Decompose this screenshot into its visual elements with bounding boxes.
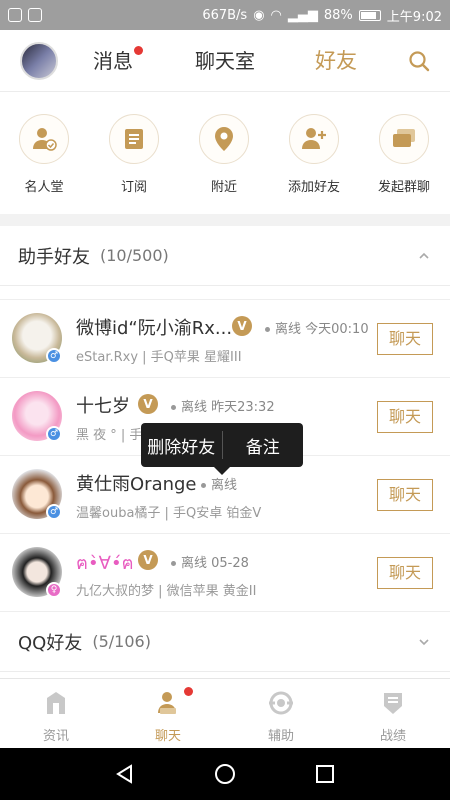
recents-icon[interactable] — [315, 764, 335, 784]
friend-name: ฅ•̀∀•́ฅ — [76, 553, 134, 574]
avatar[interactable] — [20, 42, 58, 80]
bottom-tab-record[interactable]: 战绩 — [337, 679, 449, 749]
male-icon: ♂ — [46, 504, 62, 520]
online-status: 离线 昨天23:32 — [171, 396, 275, 415]
friend-context-menu: 删除好友 备注 — [141, 423, 304, 475]
bottom-tab-news[interactable]: 资讯 — [0, 679, 112, 749]
online-status: 离线 — [201, 474, 237, 493]
battery-percent: 88% — [323, 7, 353, 23]
verified-badge: V — [138, 550, 158, 570]
clock: 上午9:02 — [386, 9, 442, 25]
tab-messages[interactable]: 消息 — [93, 30, 133, 92]
friend-row[interactable]: ♂ 微博id“阮小渝Rx... V 离线 今天00:10 eStar.Rxy |… — [0, 300, 450, 378]
friend-subtitle: eStar.Rxy | 手Q苹果 星耀III — [76, 350, 242, 365]
chat-button[interactable]: 聊天 — [377, 557, 433, 589]
unread-dot — [134, 46, 143, 55]
bottom-nav: 资讯 聊天 辅助 战绩 — [0, 678, 450, 748]
online-status: 离线 今天00:10 — [265, 318, 369, 337]
action-label: 附近 — [210, 180, 237, 195]
chat-icon — [158, 692, 176, 714]
chat-button[interactable]: 聊天 — [377, 323, 433, 355]
action-add-friend[interactable]: 添加好友 — [274, 114, 354, 195]
assist-icon — [269, 691, 293, 715]
subscribe-icon — [109, 114, 159, 164]
gallery-icon — [8, 8, 22, 22]
back-icon[interactable] — [115, 764, 135, 784]
group-title: QQ好友 — [18, 632, 83, 654]
battery-icon — [358, 9, 381, 21]
quick-actions: 名人堂 订阅 附近 添加好友 发起群聊 — [0, 92, 450, 214]
action-label: 发起群聊 — [377, 180, 430, 195]
search-icon[interactable] — [408, 50, 430, 72]
chat-button[interactable]: 聊天 — [377, 479, 433, 511]
status-bar: 667B/s ◉ ◠ ▂▄▆ 88% 上午9:02 — [0, 0, 450, 30]
friend-subtitle: 温馨ouba橘子 | 手Q安卓 铂金V — [76, 506, 262, 521]
action-label: 订阅 — [120, 180, 147, 195]
tab-friends[interactable]: 好友 — [315, 30, 357, 92]
hall-of-fame-icon — [19, 114, 69, 164]
bottom-tab-label: 聊天 — [154, 729, 181, 744]
female-icon: ♀ — [46, 582, 62, 598]
bottom-tab-label: 辅助 — [267, 729, 294, 744]
bottom-tab-label: 资讯 — [42, 729, 69, 744]
add-friend-icon — [289, 114, 339, 164]
tab-chatroom[interactable]: 聊天室 — [195, 30, 255, 92]
home-icon[interactable] — [214, 763, 236, 785]
male-icon: ♂ — [46, 426, 62, 442]
verified-badge: V — [138, 394, 158, 414]
friend-subtitle: 九亿大叔的梦 | 微信苹果 黄金II — [76, 584, 257, 599]
section-separator — [0, 214, 450, 226]
verified-badge: V — [232, 316, 252, 336]
friend-name: 微博id“阮小渝Rx... — [76, 318, 233, 339]
friend-row[interactable]: ♀ ฅ•̀∀•́ฅ V 离线 05-28 九亿大叔的梦 | 微信苹果 黄金II … — [0, 534, 450, 612]
action-nearby[interactable]: 附近 — [184, 114, 264, 195]
male-icon: ♂ — [46, 348, 62, 364]
bottom-tab-label: 战绩 — [379, 729, 406, 744]
chevron-up-icon[interactable] — [418, 250, 430, 262]
group-count: (10/500) — [100, 246, 169, 265]
bottom-tab-assist[interactable]: 辅助 — [225, 679, 337, 749]
news-icon — [47, 692, 65, 714]
group-title: 助手好友 — [18, 246, 90, 268]
friend-name: 十七岁 — [76, 396, 130, 417]
group-header-assistant[interactable]: 助手好友 (10/500) — [0, 226, 450, 286]
friend-subtitle: 黑 夜 ° | 手 — [76, 428, 143, 443]
eye-icon: ◉ — [253, 7, 265, 23]
action-label: 名人堂 — [24, 180, 64, 195]
signal-icon: ▂▄▆ — [287, 7, 318, 23]
network-speed: 667B/s — [202, 7, 248, 23]
remark-button[interactable]: 备注 — [223, 433, 304, 458]
unread-dot — [184, 687, 193, 696]
group-chat-icon — [379, 114, 429, 164]
chat-button[interactable]: 聊天 — [377, 401, 433, 433]
friend-name: 黄仕雨Orange — [76, 474, 197, 495]
online-status: 离线 05-28 — [171, 552, 249, 571]
chevron-down-icon[interactable] — [418, 636, 430, 648]
location-pin-icon — [199, 114, 249, 164]
top-nav: 消息 聊天室 好友 — [0, 30, 450, 92]
app-root: 667B/s ◉ ◠ ▂▄▆ 88% 上午9:02 消息 聊天室 好友 名人堂 — [0, 0, 450, 800]
action-subscribe[interactable]: 订阅 — [94, 114, 174, 195]
app-notification-icon — [28, 8, 42, 22]
system-nav-bar — [0, 748, 450, 800]
action-group-chat[interactable]: 发起群聊 — [364, 114, 444, 195]
delete-friend-button[interactable]: 删除好友 — [141, 433, 222, 458]
bottom-tab-chat[interactable]: 聊天 — [112, 679, 224, 749]
record-icon — [384, 693, 402, 714]
group-count: (5/106) — [92, 632, 151, 651]
wifi-icon: ◠ — [270, 7, 282, 23]
action-hall-of-fame[interactable]: 名人堂 — [4, 114, 84, 195]
group-header-qq[interactable]: QQ好友 (5/106) — [0, 612, 450, 672]
action-label: 添加好友 — [287, 180, 340, 195]
partial-row — [0, 286, 450, 300]
